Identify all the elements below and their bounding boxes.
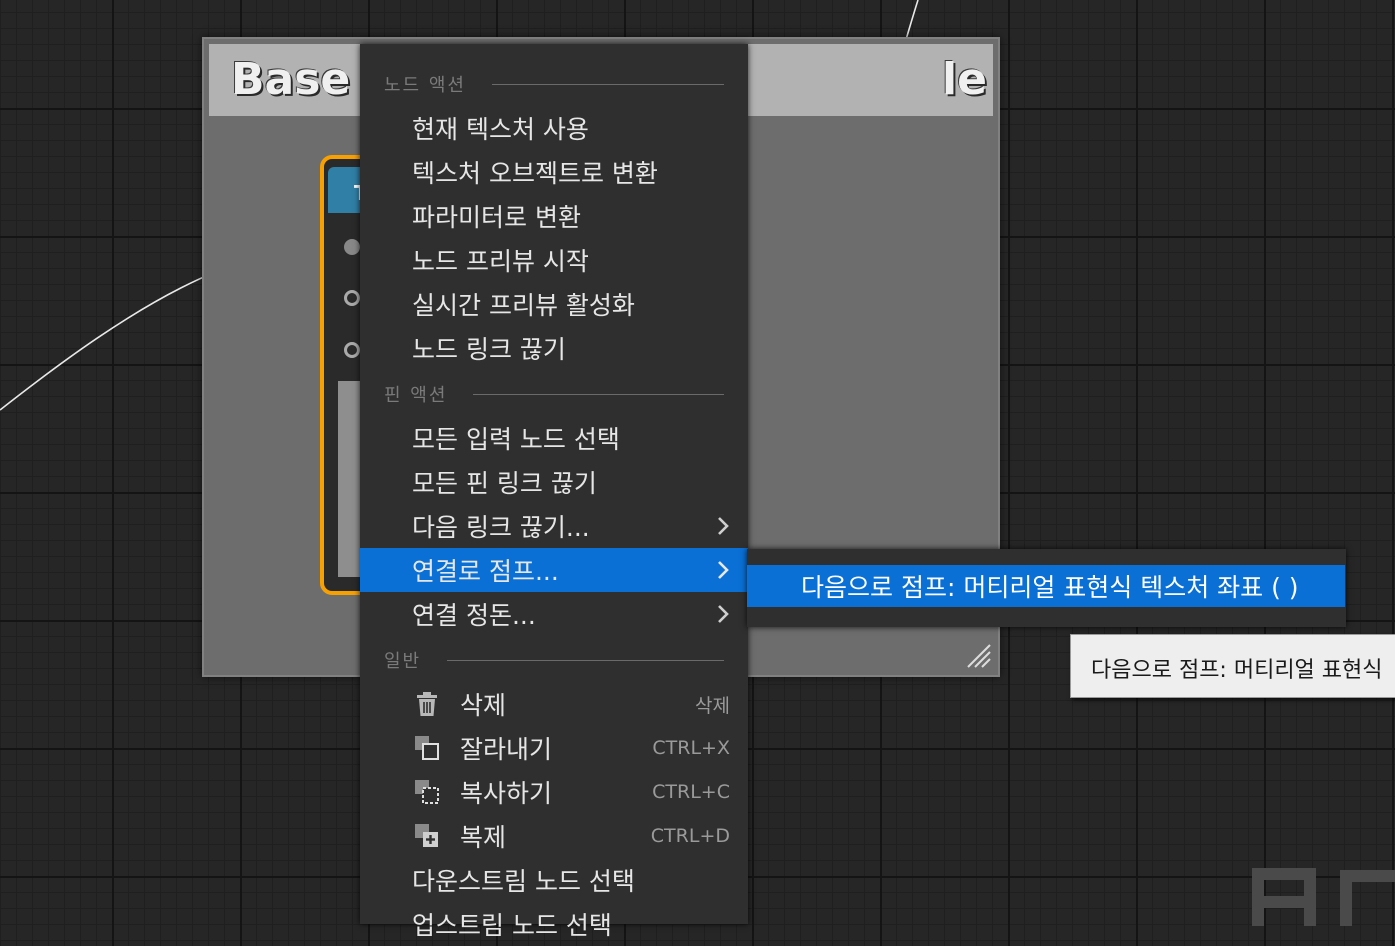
duplicate-icon (415, 824, 438, 847)
menu-item-copy[interactable]: 복사하기 CTRL+C (360, 770, 748, 814)
menu-item-break-node-links[interactable]: 노드 링크 끊기 (360, 326, 748, 370)
section-general: 일반 (360, 644, 748, 676)
section-pin-actions: 핀 액션 (360, 378, 748, 410)
menu-item-use-current-texture[interactable]: 현재 텍스처 사용 (360, 106, 748, 150)
menu-item-select-upstream-nodes[interactable]: 업스트림 노드 선택 (360, 902, 748, 946)
tooltip: 다음으로 점프: 머티리얼 표현식 (1070, 634, 1395, 698)
trash-icon (417, 692, 437, 716)
shortcut-label: CTRL+C (652, 781, 730, 803)
shortcut-label: CTRL+X (652, 737, 730, 759)
chevron-right-icon (718, 517, 729, 535)
menu-item-delete[interactable]: 삭제 삭제 (360, 682, 748, 726)
chevron-right-icon (718, 605, 729, 623)
section-divider (447, 659, 724, 661)
watermark-glyph-icon (1252, 868, 1395, 926)
section-node-actions: 노드 액션 (360, 68, 748, 100)
shortcut-label: 삭제 (695, 694, 730, 717)
copy-icon (415, 780, 439, 804)
section-label: 노드 액션 (384, 75, 466, 96)
submenu-item-jump-to-texcoord[interactable]: 다음으로 점프: 머티리얼 표현식 텍스처 좌표 ( ) (747, 565, 1345, 607)
menu-item-straighten-connection[interactable]: 연결 정돈... (360, 592, 748, 636)
tooltip-text: 다음으로 점프: 머티리얼 표현식 (1091, 658, 1383, 683)
menu-item-convert-to-texture-object[interactable]: 텍스처 오브젝트로 변환 (360, 150, 748, 194)
menu-item-break-link-to[interactable]: 다음 링크 끊기... (360, 504, 748, 548)
menu-item-select-downstream-nodes[interactable]: 다운스트림 노드 선택 (360, 858, 748, 902)
jump-to-connection-submenu: 다음으로 점프: 머티리얼 표현식 텍스처 좌표 ( ) (747, 549, 1346, 627)
menu-item-select-all-input-nodes[interactable]: 모든 입력 노드 선택 (360, 416, 748, 460)
input-pin-tex[interactable] (344, 290, 360, 306)
chevron-right-icon (718, 561, 729, 579)
section-label: 일반 (384, 651, 422, 672)
section-divider (491, 83, 724, 85)
menu-item-jump-to-connection[interactable]: 연결로 점프... (360, 548, 748, 592)
cut-icon (415, 736, 439, 760)
context-menu: 노드 액션 현재 텍스처 사용 텍스처 오브젝트로 변환 파라미터로 변환 노드… (360, 44, 748, 940)
menu-item-cut[interactable]: 잘라내기 CTRL+X (360, 726, 748, 770)
comment-title-tail: le (942, 54, 987, 105)
menu-item-break-all-pin-links[interactable]: 모든 핀 링크 끊기 (360, 460, 748, 504)
section-label: 핀 액션 (384, 385, 448, 406)
menu-item-duplicate[interactable]: 복제 CTRL+D (360, 814, 748, 858)
menu-item-start-node-preview[interactable]: 노드 프리뷰 시작 (360, 238, 748, 282)
resize-grip-icon[interactable] (966, 643, 992, 669)
menu-item-enable-realtime-preview[interactable]: 실시간 프리뷰 활성화 (360, 282, 748, 326)
input-pin-uvs[interactable] (344, 239, 360, 255)
input-pin-mip[interactable] (344, 342, 360, 358)
shortcut-label: CTRL+D (650, 825, 730, 847)
section-divider (473, 393, 724, 395)
menu-item-convert-to-parameter[interactable]: 파라미터로 변환 (360, 194, 748, 238)
